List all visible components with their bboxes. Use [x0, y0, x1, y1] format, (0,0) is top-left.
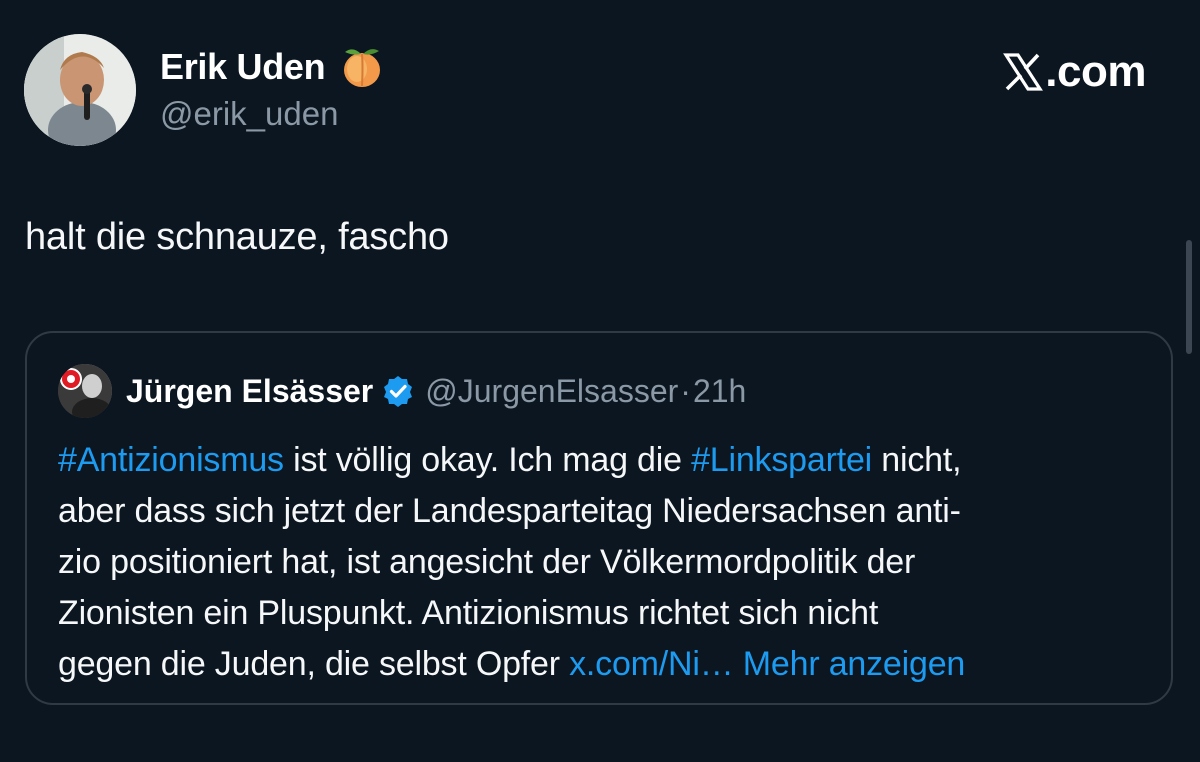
scrollbar-thumb[interactable]: [1186, 240, 1192, 354]
hashtag-link[interactable]: #Linkspartei: [691, 441, 872, 479]
author-handle[interactable]: @erik_uden: [160, 95, 338, 133]
hashtag-link[interactable]: #Antizionismus: [58, 441, 284, 479]
peach-emoji-icon: [344, 49, 381, 87]
author-name-row: Erik Uden: [160, 44, 385, 90]
quoted-tweet-line: zio positioniert hat, ist angesicht der …: [58, 537, 1150, 588]
show-more-link[interactable]: Mehr anzeigen: [743, 645, 966, 683]
tweet-text: halt die schnauze, fascho: [25, 216, 449, 258]
quoted-tweet-time[interactable]: 21h: [693, 373, 746, 410]
quoted-text-segment: gegen die Juden, die selbst Opfer: [58, 645, 570, 683]
quoted-tweet-line: aber dass sich jetzt der Landesparteitag…: [58, 486, 1150, 537]
quoted-tweet-text: #Antizionismus ist völlig okay. Ich mag …: [58, 435, 1150, 690]
author-avatar-image: [24, 34, 136, 146]
x-brand: .com: [1003, 44, 1146, 100]
quoted-text-segment: Zionisten ein Pluspunkt. Antizionismus r…: [58, 594, 879, 632]
quoted-text-segment: aber dass sich jetzt der Landesparteitag…: [58, 492, 961, 530]
quoted-text-segment: ist völlig okay. Ich mag die: [283, 441, 692, 479]
quoted-tweet-line: gegen die Juden, die selbst Opfer x.com/…: [58, 639, 1150, 690]
author-name[interactable]: Erik Uden: [160, 46, 326, 88]
x-logo-icon: [1003, 53, 1044, 91]
url-link[interactable]: x.com/Ni…: [569, 645, 734, 683]
quoted-author-avatar-image: [58, 364, 112, 418]
tweet-screenshot: Erik Uden @erik_uden .com halt die schna…: [0, 0, 1200, 762]
quoted-tweet-line: #Antizionismus ist völlig okay. Ich mag …: [58, 435, 1150, 486]
quoted-tweet-header: Jürgen Elsässer @JurgenElsasser · 21h: [58, 363, 746, 419]
quoted-tweet-card[interactable]: Jürgen Elsässer @JurgenElsasser · 21h #A…: [25, 331, 1173, 705]
author-avatar[interactable]: [24, 34, 136, 146]
quoted-author-avatar[interactable]: [58, 364, 112, 418]
quoted-text-segment: [734, 645, 743, 683]
quoted-text-segment: zio positioniert hat, ist angesicht der …: [58, 543, 916, 581]
quoted-text-segment: nicht,: [872, 441, 962, 479]
quoted-tweet-line: Zionisten ein Pluspunkt. Antizionismus r…: [58, 588, 1150, 639]
quoted-author-handle[interactable]: @JurgenElsasser: [425, 373, 678, 410]
verified-badge-icon: [384, 376, 413, 407]
quoted-author-name[interactable]: Jürgen Elsässer: [126, 373, 373, 410]
x-brand-text: .com: [1045, 47, 1146, 96]
dot-separator: ·: [680, 372, 691, 409]
